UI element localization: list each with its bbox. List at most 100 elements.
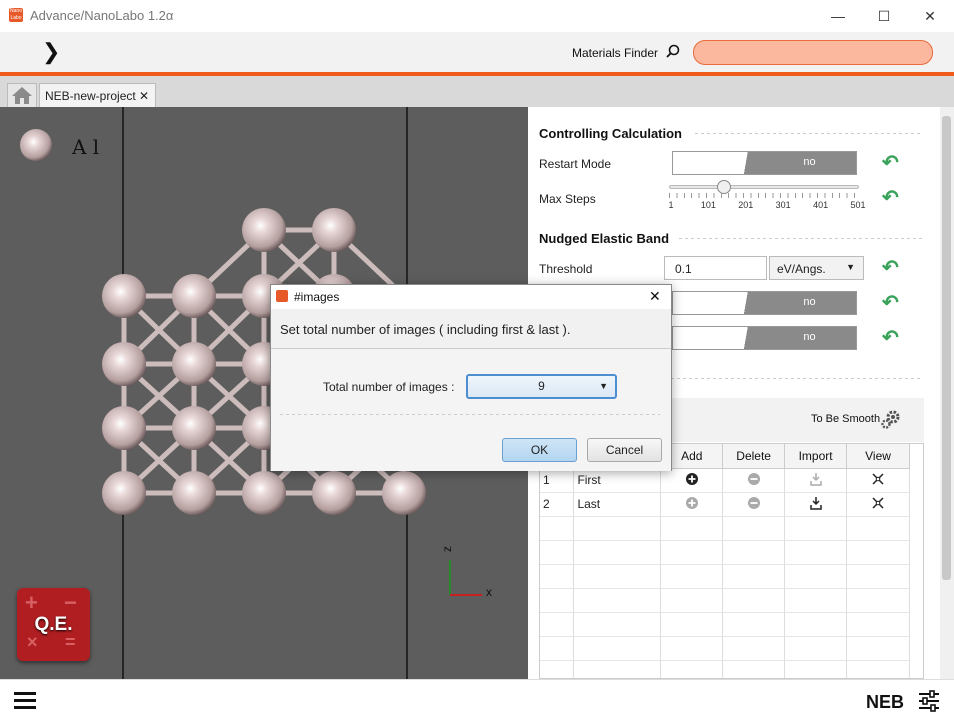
dialog-close-icon[interactable]: ✕ <box>649 288 661 305</box>
max-steps-reset-icon[interactable]: ↶ <box>882 188 904 208</box>
import-icon[interactable] <box>809 496 823 513</box>
slider-tick-label: 1 <box>668 200 674 210</box>
empty-cell <box>846 588 910 613</box>
al-atom <box>382 471 426 515</box>
images-table: Add Delete Import View 1 First 2 Last <box>539 443 924 679</box>
plus-icon: + <box>25 590 38 615</box>
table-row[interactable] <box>540 636 910 661</box>
empty-cell <box>722 660 786 678</box>
column-header[interactable]: Delete <box>722 444 786 469</box>
qe-label: Q.E. <box>34 614 73 635</box>
slider-tick-label: 101 <box>700 200 716 210</box>
empty-cell <box>540 516 575 541</box>
plus-circle-icon[interactable] <box>685 496 699 513</box>
minimize-button[interactable]: — <box>828 6 848 26</box>
empty-cell <box>722 564 786 589</box>
minus-circle-icon[interactable] <box>747 496 761 513</box>
row-index: 1 <box>540 468 575 493</box>
forward-button[interactable]: ❯ <box>42 41 60 63</box>
empty-cell <box>722 516 786 541</box>
row-index: 2 <box>540 492 575 517</box>
table-row[interactable] <box>540 540 910 565</box>
empty-cell <box>722 636 786 661</box>
empty-cell <box>573 540 662 565</box>
materials-finder-input[interactable] <box>693 40 933 65</box>
search-icon[interactable] <box>666 44 680 58</box>
empty-cell <box>722 588 786 613</box>
home-tab[interactable] <box>7 83 37 107</box>
empty-cell <box>784 540 848 565</box>
materials-finder-label: Materials Finder <box>572 46 659 60</box>
dialog-app-icon <box>276 290 288 302</box>
scrollbar-thumb[interactable] <box>942 116 951 580</box>
close-window-button[interactable]: ✕ <box>920 6 940 26</box>
slider-tick-label: 301 <box>775 200 791 210</box>
empty-cell <box>660 540 724 565</box>
gear-icon[interactable] <box>880 408 902 430</box>
qe-engine-button[interactable]: + − × = Q.E. <box>17 588 90 661</box>
al-atom <box>102 342 146 386</box>
app-logo-icon: Nano Labo <box>9 8 23 22</box>
plus-circle-icon[interactable] <box>685 472 699 489</box>
minus-circle-icon[interactable] <box>747 472 761 489</box>
al-atom <box>172 406 216 450</box>
restart-mode-toggle[interactable]: no <box>672 151 857 175</box>
table-row[interactable]: 2 Last <box>540 492 910 517</box>
empty-cell <box>784 516 848 541</box>
max-steps-slider[interactable]: 1 101 201 301 401 501 <box>668 180 866 216</box>
empty-cell <box>573 636 662 661</box>
axis-x-label: x <box>486 585 492 599</box>
slider-tick-label: 401 <box>813 200 829 210</box>
neb-option-1-reset-icon[interactable]: ↶ <box>882 293 904 313</box>
view-icon[interactable] <box>871 472 885 489</box>
controlling-calculation-title: Controlling Calculation <box>539 126 682 141</box>
max-steps-label: Max Steps <box>539 192 596 206</box>
empty-cell <box>846 516 910 541</box>
ok-button[interactable]: OK <box>502 438 577 462</box>
cancel-button[interactable]: Cancel <box>587 438 662 462</box>
al-atom <box>102 406 146 450</box>
tab-neb-new-project[interactable]: NEB-new-project ✕ <box>39 83 156 107</box>
table-row[interactable] <box>540 516 910 541</box>
threshold-unit-value: eV/Angs. <box>777 262 826 276</box>
nudged-elastic-band-title: Nudged Elastic Band <box>539 231 670 246</box>
al-atom <box>172 471 216 515</box>
column-header[interactable]: View <box>846 444 910 469</box>
empty-cell <box>784 636 848 661</box>
al-atom <box>102 471 146 515</box>
empty-cell <box>660 516 724 541</box>
neb-option-toggle-2[interactable]: no <box>672 326 857 350</box>
neb-option-2-reset-icon[interactable]: ↶ <box>882 328 904 348</box>
threshold-input[interactable]: 0.1 <box>664 256 767 280</box>
al-atom <box>312 208 356 252</box>
table-row[interactable] <box>540 564 910 589</box>
restart-mode-value: no <box>803 156 816 168</box>
bottom-bar <box>0 679 954 726</box>
table-row[interactable]: 1 First <box>540 468 910 493</box>
slider-thumb[interactable] <box>716 180 731 194</box>
minus-icon: − <box>64 590 77 615</box>
image-count-select[interactable]: 9 ▼ <box>466 374 617 399</box>
sliders-icon[interactable] <box>918 690 940 712</box>
al-atom <box>312 471 356 515</box>
empty-cell <box>540 588 575 613</box>
threshold-unit-select[interactable]: eV/Angs. ▼ <box>769 256 864 280</box>
section-divider <box>695 133 923 134</box>
table-row[interactable] <box>540 588 910 613</box>
restart-mode-reset-icon[interactable]: ↶ <box>882 153 904 173</box>
import-icon[interactable] <box>809 472 823 489</box>
view-icon[interactable] <box>871 496 885 513</box>
empty-cell <box>573 516 662 541</box>
neb-option-toggle-1[interactable]: no <box>672 291 857 315</box>
dialog-message: Set total number of images ( including f… <box>280 322 571 337</box>
al-atom <box>102 274 146 318</box>
table-row[interactable] <box>540 660 910 678</box>
empty-cell <box>784 660 848 678</box>
chevron-down-icon: ▼ <box>599 381 608 391</box>
column-header[interactable]: Import <box>784 444 848 469</box>
threshold-reset-icon[interactable]: ↶ <box>882 258 904 278</box>
table-row[interactable] <box>540 612 910 637</box>
hamburger-menu-icon[interactable] <box>14 691 36 709</box>
maximize-button[interactable]: ☐ <box>874 6 894 26</box>
tab-close-icon[interactable]: ✕ <box>139 84 149 108</box>
